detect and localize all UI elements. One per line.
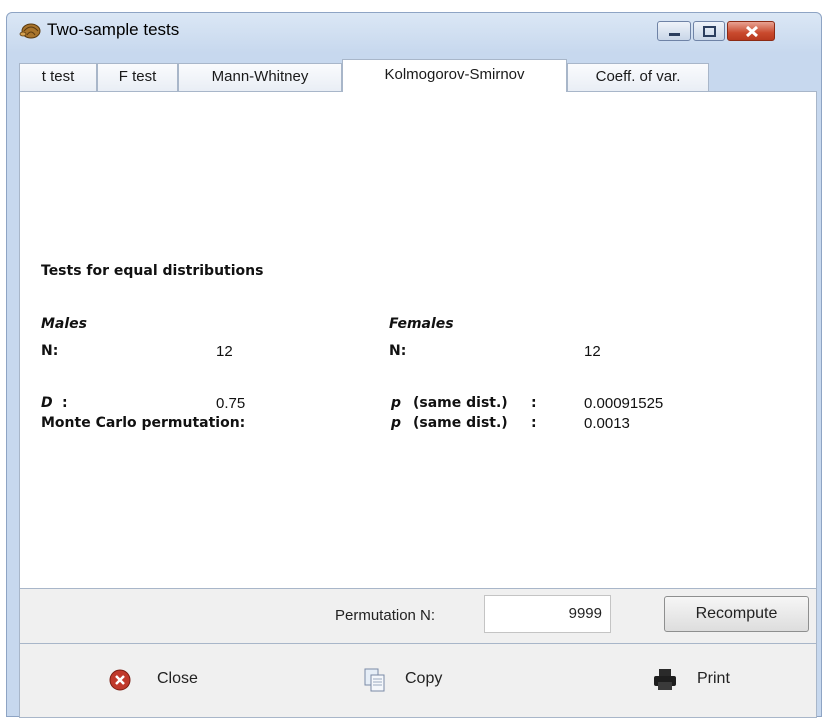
print-label: Print [697,670,730,687]
recompute-button[interactable]: Recompute [664,596,809,632]
permutation-n-input[interactable]: 9999 [484,595,611,633]
p-suffix: (same dist.) [413,395,508,411]
window-close-button[interactable] [727,21,775,41]
copy-button[interactable]: Copy [360,658,490,702]
window-title: Two-sample tests [47,20,180,39]
results-heading: Tests for equal distributions [41,263,264,279]
footer-bar: Close Copy Print [19,643,817,718]
mc-p-value: 0.0013 [584,415,630,432]
tab-kolmogorov-smirnov[interactable]: Kolmogorov-Smirnov [342,59,567,92]
group2-n-value: 12 [584,343,601,360]
title-bar[interactable]: Two-sample tests [7,13,821,47]
group1-n-label: N: [41,343,59,359]
group1-name: Males [41,316,88,332]
copy-icon [364,668,385,692]
p-label: p [391,395,402,411]
monte-carlo-label: Monte Carlo permutation: [41,415,246,431]
maximize-button[interactable] [693,21,725,41]
permutation-bar: Permutation N: 9999 Recompute [19,589,817,643]
tab-coeff-of-var[interactable]: Coeff. of var. [567,63,709,91]
mc-p-suffix: (same dist.) [413,415,508,431]
d-stat-label: D [41,395,53,411]
permutation-n-label: Permutation N: [335,607,436,624]
minimize-button[interactable] [657,21,691,41]
d-stat-colon: : [62,395,68,411]
close-label: Close [157,670,198,687]
printer-icon [654,669,676,690]
shell-icon [19,21,41,39]
mc-p-label: p [391,415,402,431]
d-stat-value: 0.75 [216,395,246,412]
mc-p-colon: : [531,415,537,431]
p-colon: : [531,395,537,411]
desktop-edge [0,0,4,717]
tab-bar: t test F test Mann-Whitney Kolmogorov-Sm… [19,59,817,92]
group2-name: Females [389,316,454,332]
close-button[interactable]: Close [100,658,230,702]
dialog-window: Two-sample tests t test F test Mann-Whit… [6,12,822,718]
tab-f-test[interactable]: F test [97,63,178,91]
tab-t-test[interactable]: t test [19,63,97,91]
p-value: 0.00091525 [584,395,664,412]
group1-n-value: 12 [216,343,233,360]
copy-label: Copy [405,670,443,687]
close-circle-icon [109,669,131,691]
print-button[interactable]: Print [647,658,777,702]
results-panel: Tests for equal distributions Males N: 1… [19,91,817,589]
group2-n-label: N: [389,343,407,359]
tab-mann-whitney[interactable]: Mann-Whitney [178,63,342,91]
